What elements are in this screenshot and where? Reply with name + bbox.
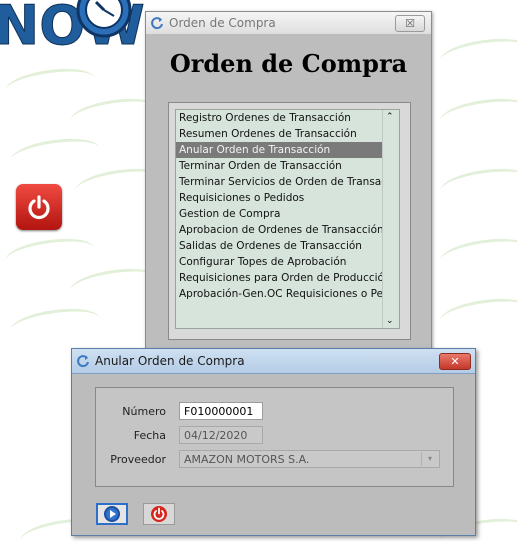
refresh-icon: [151, 17, 163, 30]
power-icon: [151, 506, 167, 522]
dialog-body: Número F010000001 Fecha 04/12/2020 Prove…: [72, 374, 475, 535]
dialog-close-button[interactable]: ✕: [439, 353, 471, 370]
menu-list-item[interactable]: Terminar Servicios de Orden de Transacci…: [176, 174, 382, 190]
menu-listbox[interactable]: Registro Ordenes de Transacción Resumen O…: [175, 109, 400, 329]
chevron-down-icon[interactable]: ▾: [421, 452, 438, 466]
fecha-label: Fecha: [133, 429, 166, 442]
wallpaper-swoosh: [438, 233, 517, 276]
desktop-power-icon[interactable]: [16, 184, 62, 230]
menu-list-item[interactable]: Anular Orden de Transacción: [176, 142, 382, 158]
menu-list-item[interactable]: Aprobación-Gen.OC Requisiciones o Pedido…: [176, 286, 382, 302]
proveedor-label: Proveedor: [110, 453, 166, 466]
wallpaper-swoosh: [3, 63, 97, 106]
menu-list-frame: Registro Ordenes de Transacción Resumen O…: [168, 102, 411, 340]
scroll-up-icon[interactable]: ⌃: [386, 112, 394, 122]
main-window-body: Orden de Compra Registro Ordenes de Tran…: [146, 35, 431, 363]
play-icon: [104, 506, 120, 522]
menu-scrollbar[interactable]: ⌃ ⌄: [382, 110, 399, 328]
main-window-close-button[interactable]: ☒: [395, 15, 425, 32]
main-window-titlebar[interactable]: Orden de Compra: [146, 12, 431, 35]
wallpaper-swoosh: [438, 93, 517, 136]
menu-list-item[interactable]: Requisiciones para Orden de Producción: [176, 270, 382, 286]
cancel-button[interactable]: [143, 503, 175, 525]
menu-list-item[interactable]: Requisiciones o Pedidos: [176, 190, 382, 206]
dialog-title: Anular Orden de Compra: [95, 354, 245, 368]
wallpaper-swoosh: [438, 33, 517, 76]
orden-de-compra-window: Orden de Compra ☒ Orden de Compra Regist…: [145, 11, 432, 363]
menu-list-item[interactable]: Configurar Topes de Aprobación: [176, 254, 382, 270]
menu-list-item[interactable]: Aprobacion de Ordenes de Transacción: [176, 222, 382, 238]
wallpaper-swoosh: [8, 303, 102, 346]
fecha-field: 04/12/2020: [179, 426, 263, 444]
menu-list-item[interactable]: Gestion de Compra: [176, 206, 382, 222]
power-icon: [28, 195, 50, 220]
main-window-title: Orden de Compra: [169, 16, 276, 30]
menu-list-item[interactable]: Terminar Orden de Transacción: [176, 158, 382, 174]
menu-list-item[interactable]: Resumen Ordenes de Transacción: [176, 126, 382, 142]
proveedor-select[interactable]: AMAZON MOTORS S.A. ▾: [179, 450, 440, 468]
execute-button[interactable]: [96, 503, 128, 525]
numero-input[interactable]: F010000001: [179, 402, 263, 420]
now-logo: NOW: [0, 0, 145, 52]
menu-list-item[interactable]: Registro Ordenes de Transacción: [176, 110, 382, 126]
menu-items: Registro Ordenes de Transacción Resumen O…: [176, 110, 382, 302]
scroll-down-icon[interactable]: ⌄: [386, 316, 394, 326]
numero-label: Número: [122, 405, 166, 418]
proveedor-value: AMAZON MOTORS S.A.: [184, 453, 310, 466]
wallpaper-swoosh: [3, 233, 97, 276]
wallpaper-swoosh: [438, 163, 517, 206]
dialog-fields-group: Número F010000001 Fecha 04/12/2020 Prove…: [95, 387, 454, 487]
menu-list-item[interactable]: Salidas de Ordenes de Transacción: [176, 238, 382, 254]
main-heading: Orden de Compra: [169, 49, 408, 78]
wallpaper-swoosh: [438, 293, 517, 336]
dialog-titlebar[interactable]: Anular Orden de Compra: [72, 349, 475, 374]
wallpaper-swoosh: [8, 133, 102, 176]
anular-orden-dialog: Anular Orden de Compra ✕ Número F0100000…: [71, 348, 476, 536]
refresh-icon: [77, 355, 89, 368]
